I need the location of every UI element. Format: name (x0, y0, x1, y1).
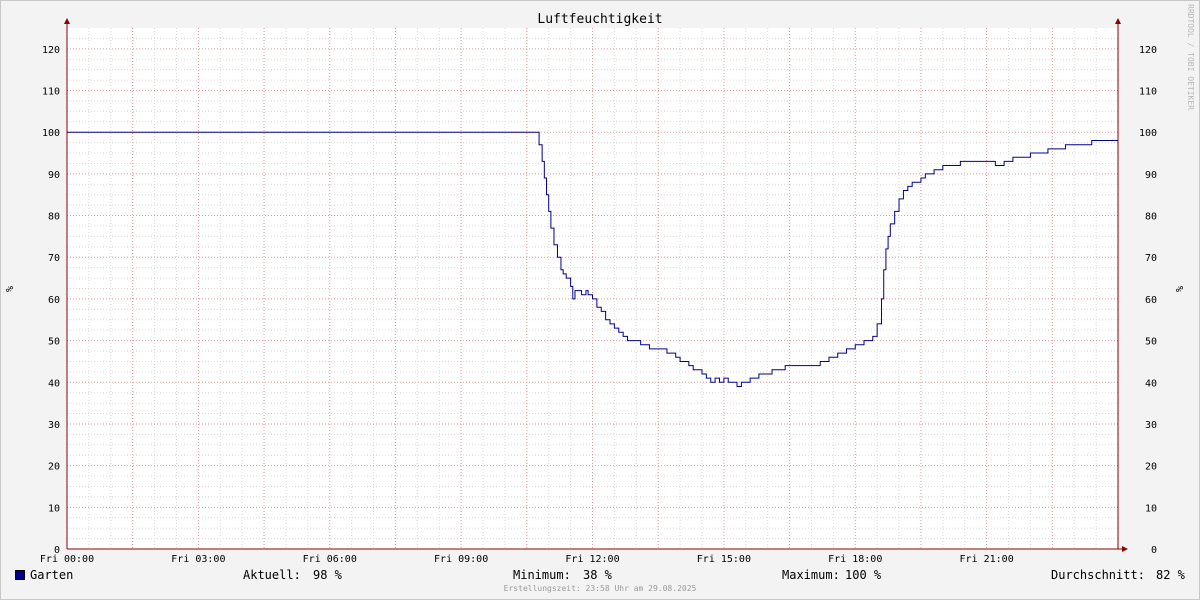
y-tick-label-left: 10 (48, 503, 60, 514)
y-tick-label-right: 50 (1145, 337, 1157, 348)
y-tick-label-right: 70 (1145, 253, 1157, 264)
x-tick-label: Fri 00:00 (40, 554, 94, 565)
y-tick-label-right: 90 (1145, 170, 1157, 181)
chart-title: Luftfeuchtigkeit (537, 12, 662, 27)
rrdtool-watermark: RRDTOOL / TOBI OETIKER (1186, 4, 1195, 110)
y-axis-arrow-right (1115, 18, 1121, 24)
x-tick-label: Fri 18:00 (828, 554, 882, 565)
y-axis-label-left: % (5, 286, 16, 292)
creation-time: Erstellungszeit: 23:58 Uhr am 29.08.2025 (503, 584, 697, 593)
y-tick-label-left: 60 (48, 295, 60, 306)
y-tick-label-left: 100 (42, 128, 60, 139)
y-axis-label-right: % (1175, 286, 1186, 292)
y-tick-label-right: 30 (1145, 420, 1157, 431)
legend-avg-label: Durchschnitt: (1051, 568, 1145, 582)
x-tick-label: Fri 12:00 (565, 554, 619, 565)
y-tick-label-left: 80 (48, 212, 60, 223)
x-tick-label: Fri 15:00 (697, 554, 751, 565)
y-tick-label-right: 10 (1145, 503, 1157, 514)
y-tick-label-left: 50 (48, 337, 60, 348)
legend-min-label: Minimum: (513, 568, 571, 582)
x-tick-label: Fri 21:00 (960, 554, 1014, 565)
x-axis-arrow (1122, 546, 1128, 552)
y-tick-label-left: 30 (48, 420, 60, 431)
legend-min-value: 38 % (583, 568, 612, 582)
x-tick-label: Fri 09:00 (434, 554, 488, 565)
y-axis-arrow-left (64, 18, 70, 24)
y-tick-label-left: 40 (48, 378, 60, 389)
y-tick-label-left: 70 (48, 253, 60, 264)
humidity-chart: 0 010 1020 2030 3040 4050 5060 6070 7080 8090 9010… (5, 4, 1195, 565)
y-tick-label-right: 110 (1139, 87, 1157, 98)
y-tick-label-right: 120 (1139, 45, 1157, 56)
y-tick-label-right: 60 (1145, 295, 1157, 306)
y-tick-label-left: 120 (42, 45, 60, 56)
legend-max-label: Maximum: (782, 568, 840, 582)
legend: Garten Aktuell: 98 % Minimum: 38 % Maxim… (0, 568, 1200, 584)
y-tick-label-left: 20 (48, 462, 60, 473)
y-tick-label-right: 20 (1145, 462, 1157, 473)
y-tick-label-right: 0 (1151, 545, 1157, 556)
x-tick-label: Fri 03:00 (171, 554, 225, 565)
legend-current-value: 98 % (313, 568, 342, 582)
legend-avg-value: 82 % (1156, 568, 1185, 582)
y-tick-label-right: 80 (1145, 212, 1157, 223)
y-tick-label-right: 40 (1145, 378, 1157, 389)
legend-series-name: Garten (30, 568, 74, 582)
y-tick-label-left: 110 (42, 87, 60, 98)
legend-max-value: 100 % (845, 568, 882, 582)
legend-current-label: Aktuell: (243, 568, 301, 582)
y-tick-label-left: 90 (48, 170, 60, 181)
x-tick-label: Fri 06:00 (303, 554, 357, 565)
y-tick-label-right: 100 (1139, 128, 1157, 139)
